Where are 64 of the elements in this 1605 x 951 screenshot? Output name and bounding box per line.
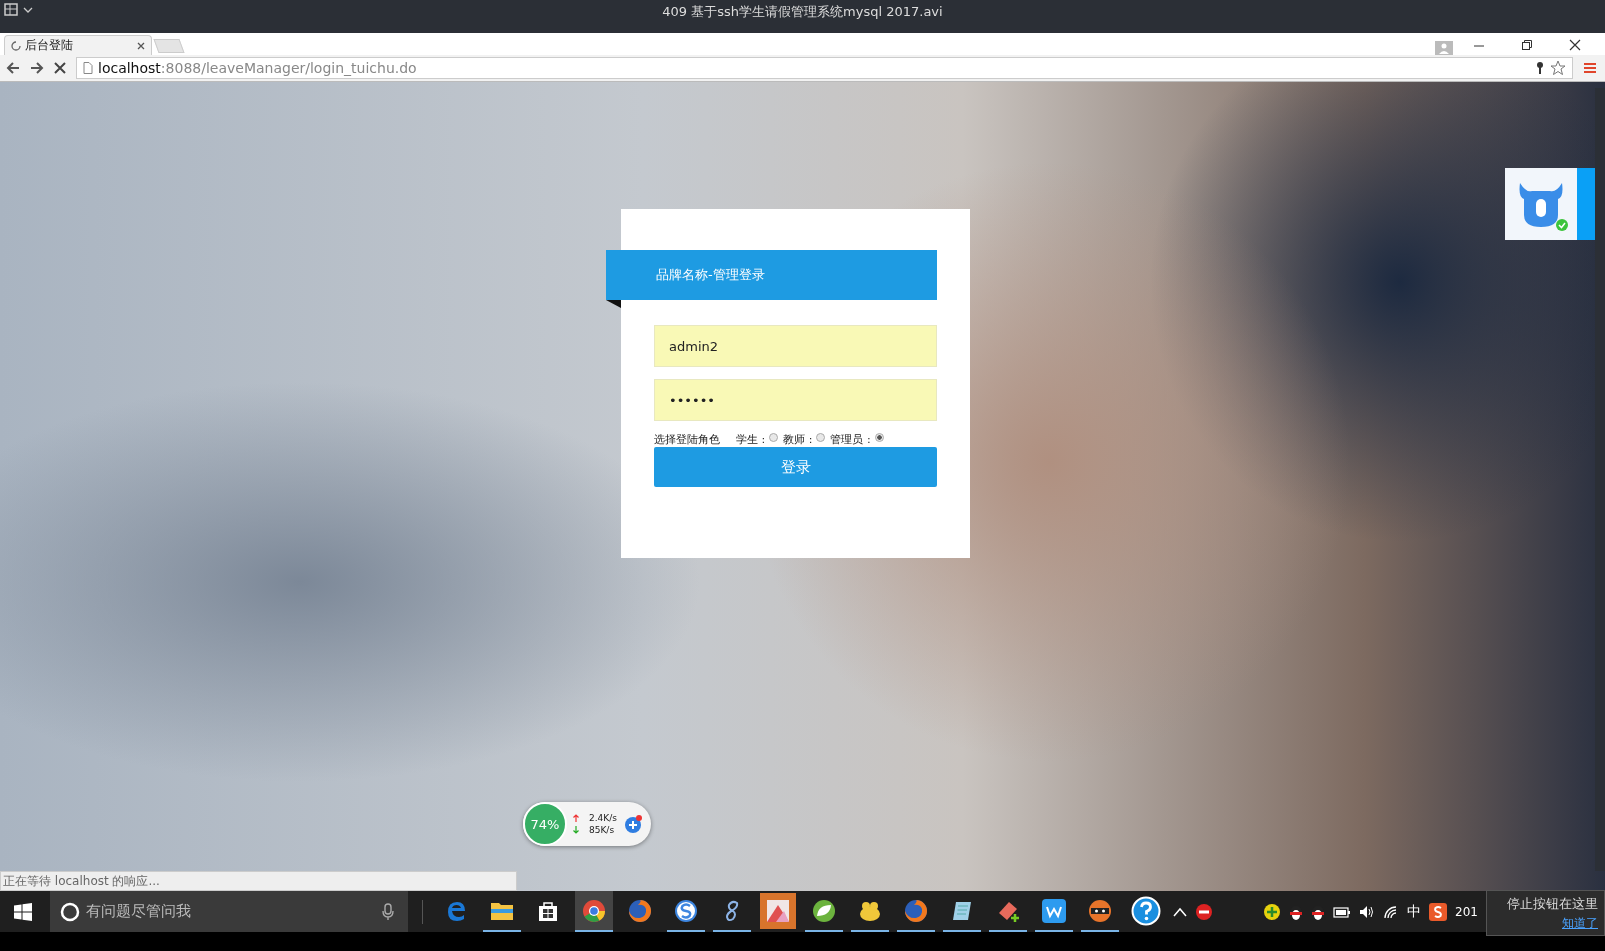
shopping-bag-icon: [537, 899, 559, 922]
chick-icon: [858, 899, 882, 922]
speaker-icon[interactable]: [1359, 904, 1376, 919]
forward-icon[interactable]: [30, 61, 44, 75]
tab-title: 后台登陆: [25, 37, 73, 54]
download-speed: 85K/s: [589, 825, 615, 835]
menu-icon[interactable]: [1583, 61, 1597, 75]
login-title: 品牌名称-管理登录: [656, 266, 765, 284]
fox-globe-icon: [628, 898, 652, 923]
help-icon: [1131, 895, 1161, 926]
w-letter-icon: [1042, 898, 1066, 923]
memory-usage-ball: 74%: [523, 802, 567, 846]
close-tab-icon[interactable]: [137, 41, 145, 50]
chevron-up-icon[interactable]: [1173, 906, 1187, 917]
role-label: 管理员 :: [830, 431, 871, 447]
taskbar-app-button[interactable]: [575, 891, 613, 932]
star-icon[interactable]: [1550, 60, 1566, 76]
no-entry-icon[interactable]: [1195, 902, 1213, 921]
windows-start-icon[interactable]: [14, 902, 32, 921]
password-field[interactable]: ••••••: [654, 379, 937, 421]
clock-text[interactable]: 201: [1455, 904, 1478, 919]
address-bar[interactable]: localhost:8088/leaveManager/login_tuichu.do: [76, 57, 1573, 79]
key-icon[interactable]: [1535, 61, 1545, 75]
stop-icon[interactable]: [54, 62, 66, 74]
masked-face-icon: [1088, 898, 1112, 923]
ribbon-fold-icon: [606, 300, 621, 308]
plus-icon[interactable]: [622, 814, 643, 834]
role-radio[interactable]: [816, 432, 826, 442]
s-letter-circle-icon: [674, 898, 698, 923]
up-arrow-icon: [573, 814, 579, 822]
battery-icon[interactable]: [1333, 905, 1352, 918]
dismiss-link[interactable]: 知道了: [1562, 914, 1598, 932]
tooltip-text: 停止按钮在这里: [1507, 894, 1598, 913]
folder-icon: [490, 900, 514, 921]
close-icon[interactable]: [1569, 39, 1581, 51]
back-icon[interactable]: [6, 61, 20, 75]
page-icon: [83, 62, 93, 74]
username-field[interactable]: admin2: [654, 325, 937, 367]
microphone-icon[interactable]: [382, 902, 394, 921]
role-label: 学生 :: [736, 431, 766, 447]
role-label: 选择登陆角色: [654, 431, 720, 447]
s-letter-icon[interactable]: [1429, 902, 1448, 921]
taskbar-app-button[interactable]: [759, 891, 797, 932]
layout-menu-icon[interactable]: [4, 3, 34, 17]
role-radio[interactable]: [874, 432, 884, 442]
search-field[interactable]: 有问题尽管问我: [50, 891, 408, 932]
input-method-indicator[interactable]: 中: [1407, 902, 1422, 921]
leaf-circle-icon: [812, 898, 836, 923]
chrome-icon: [582, 898, 606, 923]
notepad-icon: [951, 899, 973, 922]
url-text: localhost:8088/leaveManager/login_tuichu.do: [98, 60, 417, 76]
cow-app-widget[interactable]: [1505, 168, 1595, 240]
restore-icon[interactable]: [1521, 39, 1533, 51]
upload-speed: 2.4K/s: [589, 813, 617, 823]
role-label: 教师 :: [783, 431, 813, 447]
down-arrow-icon: [573, 826, 579, 834]
status-bubble: 正在等待 localhost 的响应...: [0, 871, 517, 891]
browser-tab[interactable]: 后台登陆: [4, 35, 152, 55]
video-title: 409 基于ssh学生请假管理系统mysql 2017.avi: [661, 3, 944, 21]
fox-globe-icon: [904, 898, 928, 923]
plus-circle-icon[interactable]: [1263, 902, 1282, 921]
role-radio[interactable]: [769, 432, 779, 442]
photo-tile-icon: [760, 892, 796, 929]
cortana-ring-icon: [60, 901, 80, 922]
